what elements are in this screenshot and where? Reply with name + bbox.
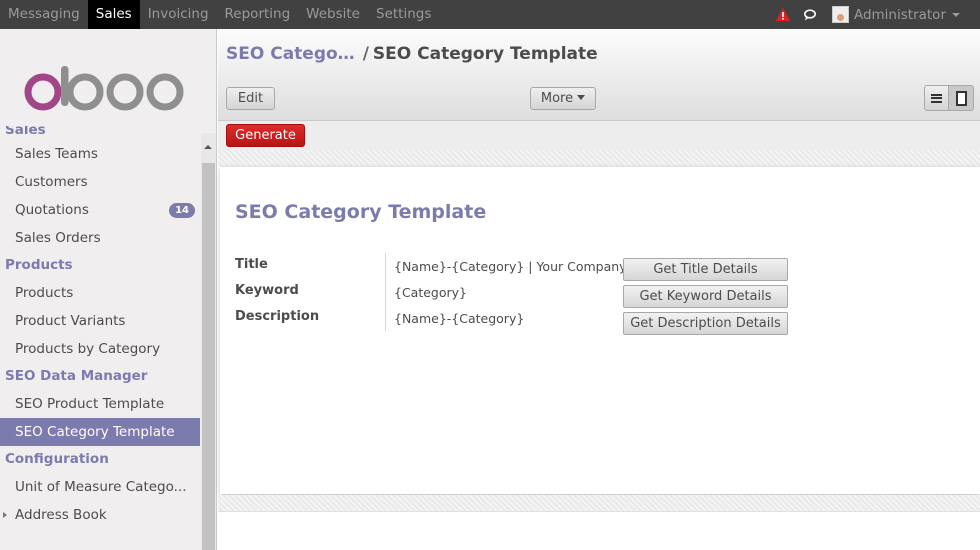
sidebar-item-customers[interactable]: Customers	[0, 168, 200, 196]
alert-triangle-icon[interactable]	[775, 8, 790, 21]
sidebar-item-sales-teams[interactable]: Sales Teams	[0, 140, 200, 168]
sidebar-item-label: Address Book	[15, 507, 107, 523]
breadcrumb-current: SEO Category Template	[372, 44, 598, 64]
section-header-sales: Sales	[5, 126, 46, 138]
menu-website[interactable]: Website	[298, 0, 368, 29]
get-title-details-button[interactable]: Get Title Details	[623, 258, 788, 281]
sidebar-menu: Sales Sales Teams Customers Quotations 1…	[0, 126, 200, 550]
control-panel: SEO Catego… / SEO Category Template Edit M…	[218, 29, 980, 121]
sheet-background-top	[218, 150, 980, 166]
get-keyword-details-button[interactable]: Get Keyword Details	[623, 285, 788, 308]
user-avatar[interactable]	[831, 6, 849, 23]
breadcrumb: SEO Catego… / SEO Category Template	[226, 44, 598, 64]
generate-button[interactable]: Generate	[226, 124, 305, 147]
sidebar: Sales Sales Teams Customers Quotations 1…	[0, 29, 217, 550]
section-header-products: Products	[5, 257, 73, 273]
sidebar-item-address-book[interactable]: Address Book	[0, 501, 200, 529]
section-header-seo-data-manager: SEO Data Manager	[5, 368, 148, 384]
form-title: SEO Category Template	[235, 201, 487, 223]
sidebar-item-seo-product-template[interactable]: SEO Product Template	[0, 390, 200, 418]
sidebar-item-label: Unit of Measure Catego...	[15, 479, 187, 495]
edit-button[interactable]: Edit	[226, 87, 275, 110]
expand-arrow-icon[interactable]	[3, 512, 7, 518]
user-dropdown-caret-icon[interactable]	[952, 12, 960, 17]
scroll-up-arrow-icon[interactable]	[204, 145, 212, 149]
sidebar-item-quotations[interactable]: Quotations 14	[0, 196, 200, 224]
chat-icon[interactable]	[803, 8, 818, 21]
breadcrumb-parent-link[interactable]: SEO Catego…	[226, 44, 355, 64]
sidebar-scrollbar[interactable]	[201, 133, 216, 550]
sidebar-item-label: Product Variants	[15, 313, 126, 329]
sidebar-item-label: Sales Teams	[15, 146, 98, 162]
sidebar-item-seo-category-template[interactable]: SEO Category Template	[0, 418, 200, 446]
menu-sales[interactable]: Sales	[87, 0, 140, 29]
odoo-logo[interactable]	[22, 64, 192, 114]
sidebar-item-products-by-category[interactable]: Products by Category	[0, 335, 200, 363]
sidebar-item-label: Sales Orders	[15, 230, 101, 246]
sidebar-item-label: Products	[15, 285, 74, 301]
more-dropdown-button[interactable]: More	[530, 87, 596, 110]
list-view-button[interactable]	[924, 85, 949, 111]
menu-invoicing[interactable]: Invoicing	[140, 0, 217, 29]
breadcrumb-separator: /	[362, 44, 369, 64]
more-button-label: More	[540, 91, 574, 106]
scrollbar-thumb[interactable]	[202, 163, 215, 550]
top-menu-bar: Messaging Sales Invoicing Reporting Webs…	[0, 0, 980, 29]
form-sheet: SEO Category Template Title Keyword Desc…	[220, 166, 980, 494]
app-menu: Messaging Sales Invoicing Reporting Webs…	[0, 0, 439, 29]
sidebar-item-product-variants[interactable]: Product Variants	[0, 307, 200, 335]
get-description-details-button[interactable]: Get Description Details	[623, 312, 788, 335]
field-label-title: Title	[235, 257, 268, 272]
form-icon	[955, 90, 967, 106]
sidebar-item-label: Quotations	[15, 202, 89, 218]
view-switcher	[924, 85, 974, 111]
menu-reporting[interactable]: Reporting	[217, 0, 299, 29]
field-value-keyword[interactable]: {Category}	[394, 285, 467, 300]
quotations-count-badge: 14	[169, 203, 195, 218]
menu-messaging[interactable]: Messaging	[0, 0, 88, 29]
sidebar-item-label: SEO Category Template	[15, 424, 175, 440]
sidebar-item-label: Customers	[15, 174, 88, 190]
section-header-configuration: Configuration	[5, 451, 109, 467]
sidebar-item-sales-orders[interactable]: Sales Orders	[0, 224, 200, 252]
sidebar-item-label: Products by Category	[15, 341, 161, 357]
field-value-title[interactable]: {Name}-{Category} | Your Company	[394, 259, 627, 274]
menu-settings[interactable]: Settings	[368, 0, 439, 29]
top-right-tools: Administrator	[775, 0, 980, 29]
list-icon	[931, 93, 942, 103]
field-value-description[interactable]: {Name}-{Category}	[394, 311, 524, 326]
user-name[interactable]: Administrator	[854, 7, 946, 23]
field-label-keyword: Keyword	[235, 283, 299, 298]
chatter-divider	[218, 511, 980, 512]
form-action-bar: Generate	[218, 121, 980, 150]
sidebar-item-uom-categories[interactable]: Unit of Measure Catego...	[0, 473, 200, 501]
sidebar-item-products[interactable]: Products	[0, 279, 200, 307]
form-view-button[interactable]	[949, 85, 974, 111]
field-divider	[385, 253, 386, 331]
caret-down-icon	[577, 95, 586, 100]
sheet-background-bottom	[218, 495, 980, 511]
sidebar-item-label: SEO Product Template	[15, 396, 165, 412]
field-label-description: Description	[235, 309, 320, 324]
